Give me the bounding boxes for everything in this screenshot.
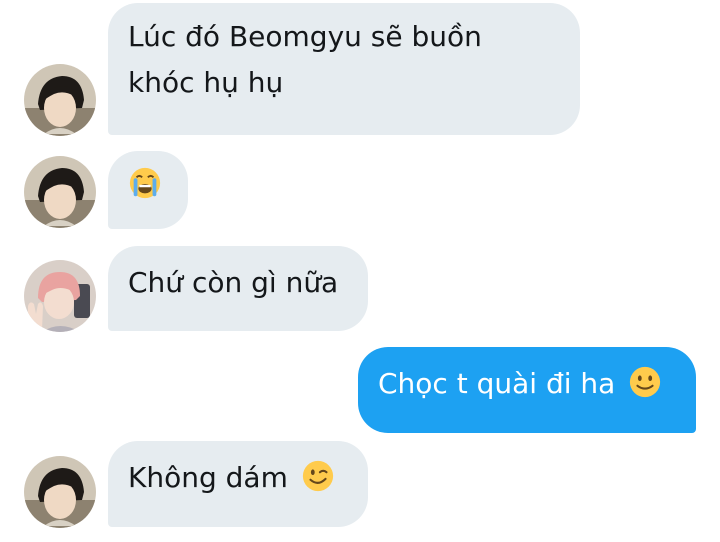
message-bubble[interactable]: Chứ còn gì nữa bbox=[108, 246, 368, 331]
avatar-beomgyu[interactable] bbox=[24, 64, 96, 136]
message-bubble[interactable]: Lúc đó Beomgyu sẽ buồn khóc hụ hụ bbox=[108, 3, 580, 135]
message-bubble[interactable]: Không dám bbox=[108, 441, 368, 527]
message-bubble[interactable] bbox=[108, 151, 188, 229]
avatar-pink-hair[interactable] bbox=[24, 260, 96, 332]
slightly-smiling-face-emoji bbox=[628, 365, 662, 399]
message-text-line: Lúc đó Beomgyu sẽ buồn bbox=[128, 20, 482, 53]
message-text: Chọc t quài đi ha bbox=[378, 367, 616, 400]
avatar-beomgyu[interactable] bbox=[24, 156, 96, 228]
winking-face-emoji bbox=[301, 459, 335, 493]
sent-message-bubble[interactable]: Chọc t quài đi ha bbox=[358, 347, 696, 433]
loudly-crying-face-emoji bbox=[128, 166, 162, 200]
message-text-line: khóc hụ hụ bbox=[128, 66, 284, 99]
message-text: Không dám bbox=[128, 461, 288, 494]
message-text: Chứ còn gì nữa bbox=[128, 266, 339, 299]
avatar-beomgyu[interactable] bbox=[24, 456, 96, 528]
chat-thread: Lúc đó Beomgyu sẽ buồn khóc hụ hụ Chứ cò… bbox=[0, 0, 720, 542]
